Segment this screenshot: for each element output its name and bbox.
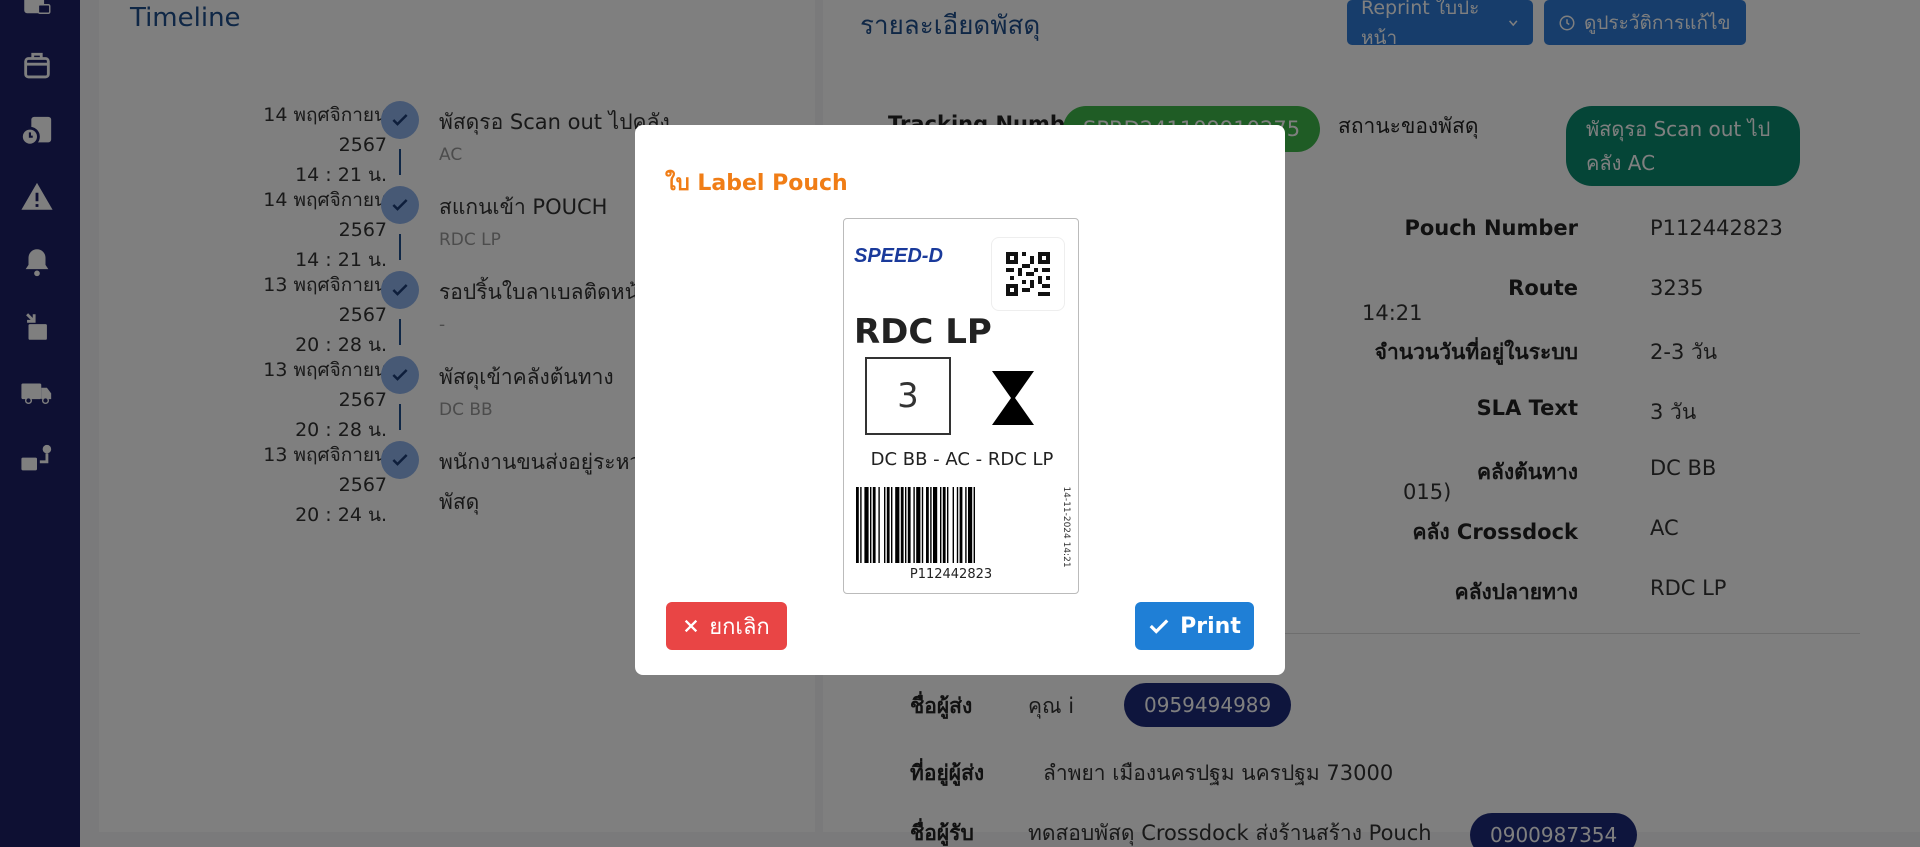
- hourglass-icon: [992, 371, 1034, 425]
- destination-code: RDC LP: [854, 312, 992, 352]
- route-path: DC BB - AC - RDC LP: [870, 449, 1054, 470]
- barcode: [856, 487, 975, 563]
- close-icon: [685, 619, 698, 633]
- cancel-label: ยกเลิก: [709, 614, 770, 640]
- barcode-date: 14-11-2024 14:21: [1061, 486, 1071, 568]
- cancel-button[interactable]: ยกเลิก: [666, 602, 787, 650]
- print-label: Print: [1180, 613, 1241, 639]
- modal-title: ใบ Label Pouch: [665, 171, 848, 196]
- label-pouch-modal: ใบ Label Pouch SPEED-D RDC LP 3 DC BB - …: [635, 125, 1285, 675]
- speed-d-logo: SPEED-D: [854, 245, 943, 267]
- print-button[interactable]: Print: [1135, 602, 1254, 650]
- pouch-label-preview: SPEED-D RDC LP 3 DC BB - AC - RDC LP P11…: [843, 218, 1079, 594]
- box-number: 3: [865, 357, 951, 435]
- barcode-number: P112442823: [909, 567, 993, 582]
- qr-code-icon: [991, 237, 1065, 311]
- check-icon: [1149, 619, 1169, 634]
